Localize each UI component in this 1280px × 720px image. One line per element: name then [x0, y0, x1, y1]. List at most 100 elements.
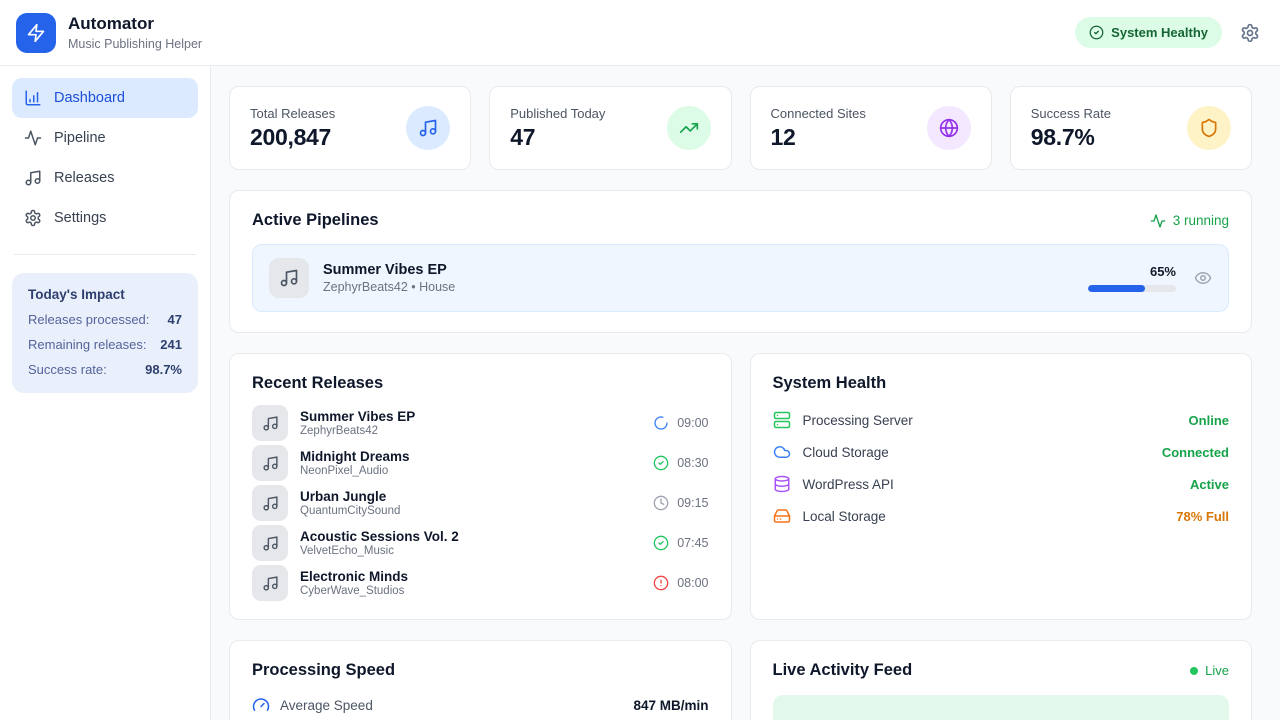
- release-status: 07:45: [653, 535, 708, 551]
- header-settings-button[interactable]: [1240, 23, 1260, 43]
- app-window: Automator Music Publishing Helper System…: [0, 0, 1280, 720]
- pipeline-progress: 65%: [1088, 264, 1176, 292]
- panel-title: Live Activity Feed: [773, 661, 913, 680]
- top-header: Automator Music Publishing Helper System…: [0, 0, 1280, 66]
- release-status: 09:15: [653, 495, 708, 511]
- recent-releases-panel: Recent Releases Summer Vibes EP ZephyrBe…: [229, 353, 732, 620]
- release-title: Electronic Minds: [300, 569, 408, 584]
- speed-value: 847 MB/min: [633, 698, 708, 713]
- view-pipeline-button[interactable]: [1194, 269, 1212, 287]
- activity-icon: [1150, 213, 1166, 229]
- stat-label: Total Releases: [250, 106, 335, 121]
- impact-value: 47: [168, 312, 182, 327]
- eye-icon: [1194, 269, 1212, 287]
- health-status: Active: [1190, 477, 1229, 492]
- health-status: 78% Full: [1176, 509, 1229, 524]
- stat-icon-wrap: [1187, 106, 1231, 150]
- release-title: Urban Jungle: [300, 489, 400, 504]
- release-title: Summer Vibes EP: [300, 409, 415, 424]
- stat-card-success-rate: Success Rate 98.7%: [1010, 86, 1252, 170]
- main-layout: Dashboard Pipeline Releases Settings: [0, 66, 1280, 720]
- running-label: 3 running: [1173, 213, 1229, 228]
- sidebar-item-settings[interactable]: Settings: [12, 198, 198, 238]
- release-status: 09:00: [653, 415, 708, 431]
- active-pipelines-header: Active Pipelines 3 running: [252, 211, 1229, 230]
- release-time: 09:00: [677, 416, 708, 430]
- stat-value: 47: [510, 124, 605, 151]
- impact-row: Remaining releases: 241: [28, 337, 182, 352]
- health-row: Local Storage 78% Full: [773, 506, 1230, 526]
- health-label: Processing Server: [803, 413, 913, 428]
- activity-icon: [24, 129, 42, 147]
- release-icon-wrap: [252, 485, 288, 521]
- sidebar-item-label: Settings: [54, 210, 106, 226]
- live-activity-panel: Live Activity Feed Live: [750, 640, 1253, 720]
- shield-icon: [1199, 118, 1219, 138]
- health-label: WordPress API: [803, 477, 894, 492]
- health-row: Processing Server Online: [773, 410, 1230, 430]
- music-note-icon: [262, 495, 279, 512]
- sidebar-item-label: Releases: [54, 170, 114, 186]
- sidebar-item-label: Pipeline: [54, 130, 106, 146]
- app-name: Automator: [68, 14, 202, 34]
- release-time: 07:45: [677, 536, 708, 550]
- stat-icon-wrap: [406, 106, 450, 150]
- stat-value: 98.7%: [1031, 124, 1111, 151]
- music-note-icon: [418, 118, 438, 138]
- todays-impact-card: Today's Impact Releases processed: 47 Re…: [12, 273, 198, 393]
- impact-row: Success rate: 98.7%: [28, 362, 182, 377]
- alert-circle-icon: [653, 575, 669, 591]
- music-note-icon: [24, 169, 42, 187]
- release-title: Midnight Dreams: [300, 449, 410, 464]
- release-artist: CyberWave_Studios: [300, 585, 408, 597]
- release-row: Electronic Minds CyberWave_Studios 08:00: [252, 565, 709, 601]
- system-healthy-badge: System Healthy: [1075, 17, 1222, 48]
- pipeline-title: Summer Vibes EP: [323, 262, 455, 278]
- release-row: Midnight Dreams NeonPixel_Audio 08:30: [252, 445, 709, 481]
- check-circle-icon: [653, 455, 669, 471]
- progress-percent-label: 65%: [1150, 264, 1176, 279]
- sidebar-item-dashboard[interactable]: Dashboard: [12, 78, 198, 118]
- sidebar: Dashboard Pipeline Releases Settings: [0, 66, 211, 720]
- stats-row: Total Releases 200,847 Published Today 4…: [229, 86, 1252, 170]
- activity-feed-item: [773, 695, 1230, 720]
- stat-label: Connected Sites: [771, 106, 866, 121]
- health-status: Connected: [1162, 445, 1229, 460]
- health-status: Online: [1189, 413, 1229, 428]
- impact-value: 241: [160, 337, 182, 352]
- live-label: Live: [1205, 663, 1229, 678]
- database-icon: [773, 475, 791, 493]
- speed-row: Average Speed 847 MB/min: [252, 696, 709, 714]
- release-row: Acoustic Sessions Vol. 2 VelvetEcho_Musi…: [252, 525, 709, 561]
- release-time: 08:30: [677, 456, 708, 470]
- music-note-icon: [262, 455, 279, 472]
- server-icon: [773, 411, 791, 429]
- hard-drive-icon: [773, 507, 791, 525]
- impact-title: Today's Impact: [28, 287, 182, 302]
- app-logo: [16, 13, 56, 53]
- gauge-icon: [252, 696, 270, 714]
- bottom-columns: Processing Speed Average Speed 847 MB/mi…: [229, 640, 1252, 720]
- trending-up-icon: [679, 118, 699, 138]
- health-row: WordPress API Active: [773, 474, 1230, 494]
- sidebar-item-pipeline[interactable]: Pipeline: [12, 118, 198, 158]
- speed-label: Average Speed: [280, 698, 373, 713]
- processing-speed-panel: Processing Speed Average Speed 847 MB/mi…: [229, 640, 732, 720]
- panel-title: Recent Releases: [252, 374, 709, 393]
- app-tagline: Music Publishing Helper: [68, 37, 202, 51]
- release-icon-wrap: [252, 565, 288, 601]
- release-row: Summer Vibes EP ZephyrBeats42 09:00: [252, 405, 709, 441]
- impact-label: Success rate:: [28, 362, 107, 377]
- release-artist: VelvetEcho_Music: [300, 545, 459, 557]
- release-time: 08:00: [677, 576, 708, 590]
- release-icon-wrap: [252, 525, 288, 561]
- stat-value: 200,847: [250, 124, 335, 151]
- live-badge: Live: [1190, 663, 1229, 678]
- check-circle-icon: [653, 535, 669, 551]
- sidebar-item-releases[interactable]: Releases: [12, 158, 198, 198]
- release-status: 08:00: [653, 575, 708, 591]
- system-health-panel: System Health Processing Server Online C…: [750, 353, 1253, 620]
- sidebar-item-label: Dashboard: [54, 90, 125, 106]
- release-row: Urban Jungle QuantumCitySound 09:15: [252, 485, 709, 521]
- impact-row: Releases processed: 47: [28, 312, 182, 327]
